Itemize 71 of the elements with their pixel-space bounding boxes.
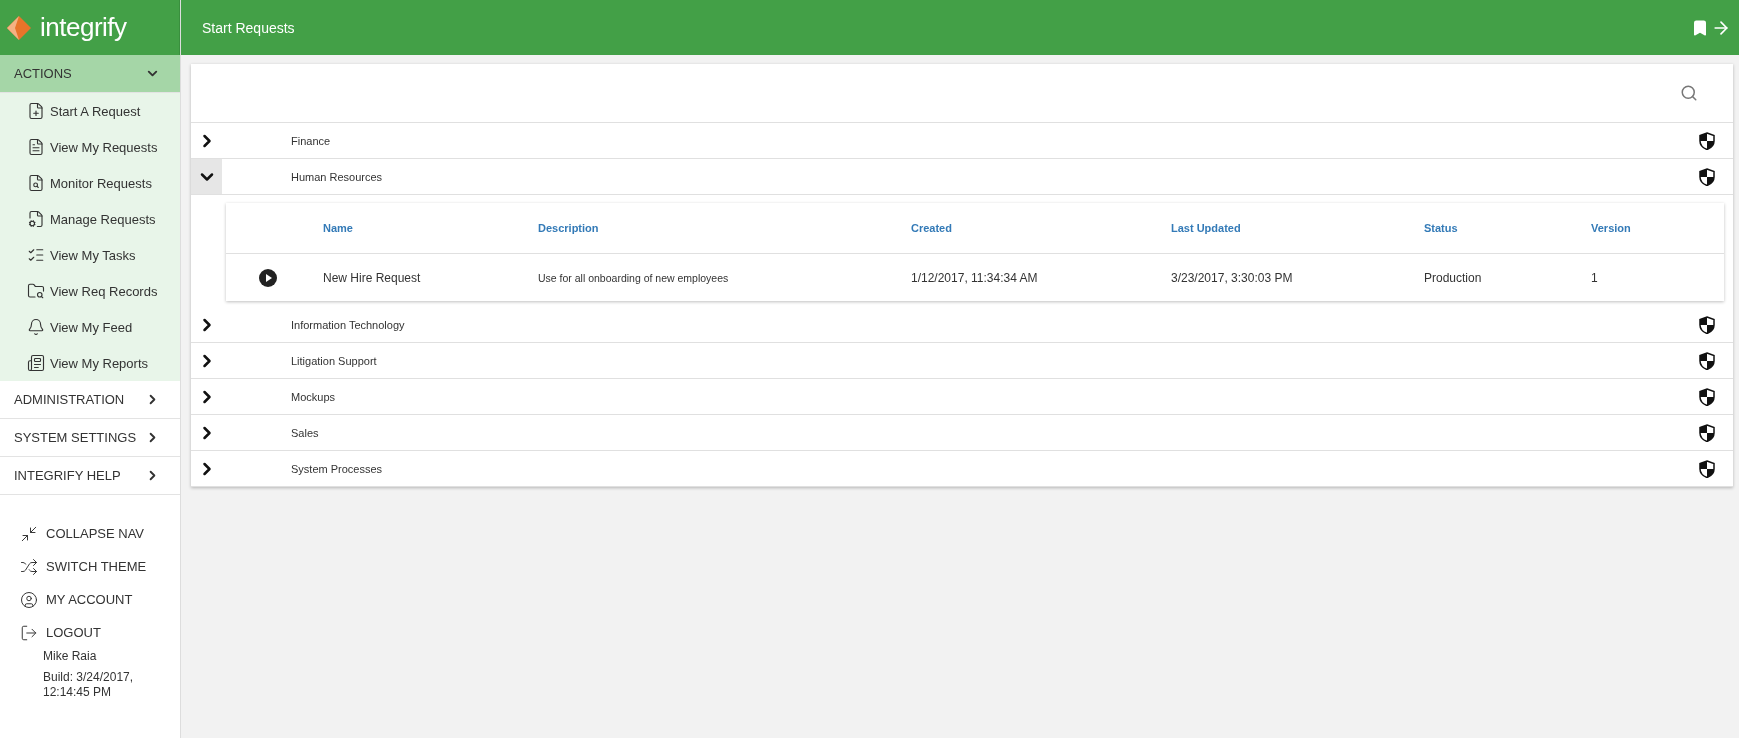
table-cell-text: 3/23/2017, 3:30:03 PM bbox=[1171, 270, 1294, 285]
newspaper-icon bbox=[27, 354, 45, 372]
nav-item-label: View Req Records bbox=[50, 283, 158, 299]
nav-item-label: View My Feed bbox=[50, 319, 133, 335]
document-gear-icon bbox=[27, 210, 45, 228]
nav-item-label: View My Reports bbox=[50, 355, 148, 371]
table-cell-text: Production bbox=[1424, 270, 1483, 285]
nav-item[interactable]: Manage Requests bbox=[0, 201, 180, 237]
table-cell-text: Use for all onboarding of new employees bbox=[538, 271, 730, 284]
nav-item[interactable]: Monitor Requests bbox=[0, 165, 180, 201]
search-icon[interactable] bbox=[1680, 84, 1698, 102]
build-info: Build: 3/24/2017, 12:14:45 PM bbox=[42, 670, 135, 700]
nav-item[interactable]: View My Tasks bbox=[0, 237, 180, 273]
logo-text: integrify bbox=[40, 12, 127, 43]
shield-icon bbox=[1699, 315, 1715, 334]
column-header: Name bbox=[323, 222, 354, 234]
play-icon[interactable] bbox=[258, 268, 277, 287]
category-name: Mockups bbox=[291, 390, 337, 403]
bell-icon bbox=[27, 318, 45, 336]
nav-action[interactable]: COLLAPSE NAV bbox=[20, 517, 180, 550]
nav-action[interactable]: LOGOUT bbox=[20, 616, 180, 649]
column-header: Last Updated bbox=[1171, 222, 1242, 234]
collapse-icon bbox=[20, 524, 38, 543]
nav-item-label: Manage Requests bbox=[50, 211, 156, 227]
document-plus-icon bbox=[27, 102, 45, 120]
bookmark-icon[interactable] bbox=[1691, 18, 1709, 37]
nav-action-label: MY ACCOUNT bbox=[46, 592, 133, 607]
nav-action[interactable]: SWITCH THEME bbox=[20, 550, 180, 583]
column-header: Version bbox=[1591, 222, 1632, 234]
nav-action[interactable]: MY ACCOUNT bbox=[20, 583, 180, 616]
nav-item-label: View My Requests bbox=[50, 139, 158, 155]
category-name: System Processes bbox=[291, 462, 384, 475]
nav-action-label: LOGOUT bbox=[46, 625, 101, 640]
table-cell-text: 1/12/2017, 11:34:34 AM bbox=[911, 270, 1039, 285]
nav-section[interactable]: ACTIONS bbox=[0, 55, 180, 93]
user-name: Mike Raia bbox=[42, 649, 98, 664]
table-cell-text: 1 bbox=[1591, 270, 1599, 285]
document-search-icon bbox=[27, 174, 45, 192]
checklist-icon bbox=[27, 246, 45, 264]
shuffle-icon bbox=[20, 557, 38, 576]
column-header: Description bbox=[538, 222, 600, 234]
category-name: Information Technology bbox=[291, 318, 406, 331]
nav-item-label: Monitor Requests bbox=[50, 175, 152, 191]
nav-item-label: View My Tasks bbox=[50, 247, 136, 263]
category-name: Finance bbox=[291, 134, 332, 147]
nav-item[interactable]: View Req Records bbox=[0, 273, 180, 309]
shield-icon bbox=[1699, 351, 1715, 370]
category-name: Sales bbox=[291, 426, 320, 439]
page-title: Start Requests bbox=[202, 19, 295, 36]
shield-icon bbox=[1699, 459, 1715, 478]
nav-item[interactable]: View My Feed bbox=[0, 309, 180, 345]
expand-toggle[interactable] bbox=[191, 159, 222, 194]
nav-item-label: Start A Request bbox=[50, 103, 141, 119]
nav-action-label: SWITCH THEME bbox=[46, 559, 147, 574]
user-icon bbox=[20, 590, 38, 609]
nav-action-label: COLLAPSE NAV bbox=[46, 526, 145, 541]
nav-item[interactable]: Start A Request bbox=[0, 93, 180, 129]
category-name: Litigation Support bbox=[291, 354, 378, 367]
shield-icon bbox=[1699, 387, 1715, 406]
document-icon bbox=[27, 138, 45, 156]
nav-item[interactable]: View My Reports bbox=[0, 345, 180, 381]
table-cell-text: New Hire Request bbox=[323, 270, 422, 285]
category-name: Human Resources bbox=[291, 170, 384, 183]
column-header: Status bbox=[1424, 222, 1459, 234]
column-header: Created bbox=[911, 222, 953, 234]
shield-icon bbox=[1699, 131, 1715, 150]
shield-icon bbox=[1699, 167, 1715, 186]
shield-icon bbox=[1699, 423, 1715, 442]
logout-icon bbox=[20, 623, 38, 642]
folder-search-icon bbox=[27, 282, 45, 300]
nav-item[interactable]: View My Requests bbox=[0, 129, 180, 165]
